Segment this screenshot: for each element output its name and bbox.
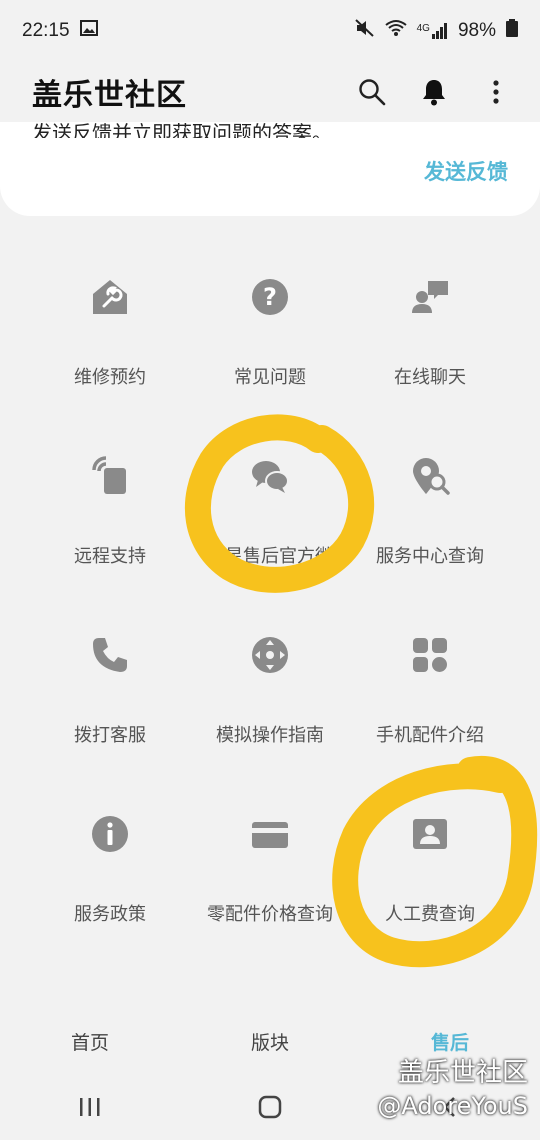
watermark-community: 盖乐世社区 (397, 1058, 528, 1088)
nav-tab-after-sales[interactable]: 售后 (360, 1028, 540, 1055)
service-label: 服务政策 (74, 904, 146, 925)
service-label: 模拟操作指南 (216, 725, 324, 746)
question-circle-icon: ? (248, 275, 292, 319)
service-label: 维修预约 (74, 367, 146, 388)
watermark-user: @AdoreYouS (377, 1092, 528, 1120)
service-item-service-center-search[interactable]: 服务中心查询 (350, 434, 510, 613)
remote-device-icon (88, 454, 132, 498)
recent-apps-button[interactable] (78, 1096, 102, 1122)
service-label: 常见问题 (234, 367, 306, 388)
service-label: 在线聊天 (394, 367, 466, 388)
service-item-remote-support[interactable]: 远程支持 (30, 434, 190, 613)
wifi-icon (385, 19, 407, 43)
service-label: 人工费查询 (385, 904, 475, 925)
service-item-labor-cost[interactable]: 人工费查询 (350, 792, 510, 971)
home-button[interactable] (258, 1095, 282, 1123)
chat-person-icon (408, 275, 452, 319)
network-type: 4G (416, 23, 430, 34)
service-item-faq[interactable]: ? 常见问题 (190, 255, 350, 434)
service-item-parts-price[interactable]: 零配件价格查询 (190, 792, 350, 971)
recent-apps-icon (80, 1098, 100, 1116)
service-label: 远程支持 (74, 546, 146, 567)
service-label: 零配件价格查询 (207, 904, 333, 925)
nav-tab-home[interactable]: 首页 (0, 1028, 180, 1055)
location-search-icon (408, 454, 452, 498)
service-item-repair-booking[interactable]: 维修预约 (30, 255, 190, 434)
phone-icon (88, 633, 132, 677)
battery-icon (506, 19, 518, 43)
status-time: 22:15 (22, 20, 70, 41)
feedback-card: 发送反馈并立即获取问题的答案。 发送反馈 (0, 121, 540, 216)
send-feedback-link[interactable]: 发送反馈 (424, 156, 508, 186)
search-button[interactable] (354, 74, 390, 110)
home-icon (258, 1095, 282, 1119)
service-grid: 维修预约 ? 常见问题 在线聊天 远程支持 三星售后官方微 服务中心查询 拨打客… (30, 255, 510, 971)
search-icon (359, 79, 386, 106)
service-label: 拨打客服 (74, 725, 146, 746)
signal-icon: 4G (417, 23, 448, 39)
notification-button[interactable] (416, 74, 452, 110)
service-label: 三星售后官方微 (207, 546, 333, 567)
more-vertical-icon (493, 80, 499, 104)
info-circle-icon (88, 812, 132, 856)
app-title: 盖乐世社区 (32, 78, 187, 113)
id-card-icon (408, 812, 452, 856)
wechat-icon (248, 454, 292, 498)
service-item-wechat-official[interactable]: 三星售后官方微 (190, 434, 350, 613)
gallery-notification-icon (79, 20, 98, 42)
status-bar: 22:15 4G 98% (0, 0, 540, 62)
mute-icon (354, 19, 375, 43)
wrench-tag-icon (88, 275, 132, 319)
card-icon (248, 812, 292, 856)
service-label: 服务中心查询 (376, 546, 484, 567)
service-item-simulator-guide[interactable]: 模拟操作指南 (190, 613, 350, 792)
svg-text:?: ? (263, 283, 277, 311)
directional-pad-icon (248, 633, 292, 677)
apps-grid-icon (408, 633, 452, 677)
service-item-online-chat[interactable]: 在线聊天 (350, 255, 510, 434)
more-options-button[interactable] (478, 74, 514, 110)
battery-level: 98% (457, 20, 496, 41)
bell-icon (423, 80, 445, 106)
service-item-accessories[interactable]: 手机配件介绍 (350, 613, 510, 792)
service-label: 手机配件介绍 (376, 725, 484, 746)
app-bar: 盖乐世社区 (0, 62, 540, 122)
service-item-call-support[interactable]: 拨打客服 (30, 613, 190, 792)
service-item-service-policy[interactable]: 服务政策 (30, 792, 190, 971)
feedback-description: 发送反馈并立即获取问题的答案。 (32, 121, 332, 138)
nav-tab-boards[interactable]: 版块 (180, 1028, 360, 1055)
